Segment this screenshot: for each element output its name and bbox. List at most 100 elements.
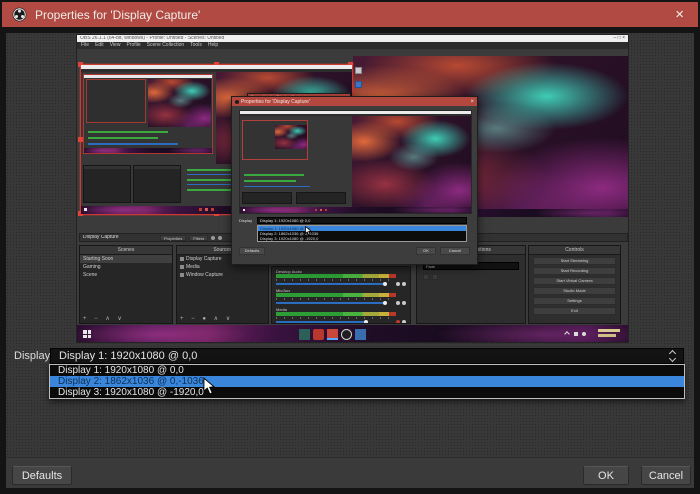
audio-scale-ticks: [276, 279, 396, 281]
mini-taskbar-icon: [205, 208, 208, 211]
menu-item: Help: [208, 43, 218, 48]
studio-mode-button: Studio Mode: [533, 287, 616, 295]
menu-item: View: [110, 43, 121, 48]
audio-meter: Mic/Aux: [276, 288, 406, 305]
nested-cancel-button: Cancel: [440, 247, 470, 255]
source-toolbar-button: Filters: [189, 235, 208, 241]
mini-taskbar-icon: [325, 209, 327, 211]
scenes-panel-header: Scenes: [80, 246, 172, 255]
nested-ok-button: OK: [416, 247, 436, 255]
mini-audio-meter: [88, 131, 168, 133]
mini-taskbar-icon: [199, 208, 202, 211]
nested-close-icon: ×: [470, 99, 474, 105]
mini-audio-meter: [244, 180, 296, 182]
scene-list-item: Scene: [80, 271, 172, 279]
nested-dropdown-list: Display 1: 1920x1080 @ 0,0 Display 2: 18…: [257, 225, 467, 242]
start-button-icon: [83, 330, 91, 338]
close-icon[interactable]: ×: [671, 7, 688, 22]
nested-dialog-titlebar: Properties for 'Display Capture' ×: [232, 97, 477, 106]
source-list-item: Window Capture: [177, 271, 268, 279]
display-source-icon: [180, 257, 184, 261]
slider-track: [276, 302, 385, 304]
display-combobox[interactable]: Display 1: 1920x1080 @ 0,0: [50, 348, 684, 364]
scene-list-item: Starting Soon: [80, 255, 172, 263]
desktop-icon: [355, 67, 362, 74]
taskbar-app-icon: [313, 329, 324, 340]
mini-wallpaper: [352, 116, 471, 207]
defaults-button[interactable]: Defaults: [12, 466, 72, 485]
nested-dialog-title: Properties for 'Display Capture': [241, 99, 310, 105]
volume-slider: [276, 282, 406, 286]
slider-track: [276, 321, 367, 323]
mini-taskbar: [84, 148, 212, 153]
nested-display-label: Display: [239, 218, 255, 224]
volume-slider: [276, 301, 406, 305]
captured-window-titlebar: OBS 26.1.1 (64-bit, windows) - Profile: …: [77, 35, 628, 42]
toolbar-icon: [218, 236, 222, 240]
nested-defaults-button: Defaults: [239, 247, 265, 255]
mini-dock-panel: [296, 192, 346, 204]
tray-network-icon: [582, 332, 586, 336]
captured-taskbar: [77, 325, 628, 343]
mini-dock-panel: [242, 192, 292, 204]
menu-item: File: [81, 43, 89, 48]
start-virtual-camera-button: Start Virtual Camera: [533, 277, 616, 285]
cancel-button[interactable]: Cancel: [641, 466, 691, 485]
mini-obs-logo-icon: [235, 100, 239, 104]
clock-display: [598, 329, 620, 340]
mini-dock-panel: [83, 165, 131, 203]
mini-window-titlebar: [84, 75, 212, 78]
settings-button: Settings: [533, 297, 616, 305]
mini-mouse-cursor: [305, 226, 312, 236]
volume-slider: [276, 320, 406, 324]
audio-meter: Media: [276, 307, 406, 324]
menu-item: Tools: [190, 43, 202, 48]
dropdown-option-display3[interactable]: Display 3: 1920x1080 @ -1920,0: [50, 387, 684, 398]
speaker-muted-icon: [396, 320, 400, 324]
mini-taskbar: [240, 207, 471, 213]
dropdown-option-display2-highlighted[interactable]: Display 2: 1862x1036 @ 0,-1036: [50, 376, 684, 387]
media-source-icon: [180, 265, 184, 269]
nested-display-combobox: Display 1: 1920x1080 @ 0,0: [257, 217, 467, 224]
display-dropdown-list: Display 1: 1920x1080 @ 0,0 Display 2: 18…: [49, 364, 685, 399]
mini-volume-slider: [244, 186, 310, 187]
recursive-capture: [86, 79, 146, 123]
mini-volume-slider: [88, 143, 178, 145]
scenes-panel: Scenes Starting Soon Gaming Scene + − ∧ …: [79, 245, 173, 324]
transition-remove-icon: [432, 274, 438, 280]
mini-taskbar-icon: [315, 209, 317, 211]
dialog-titlebar: Properties for 'Display Capture' ×: [2, 2, 698, 27]
mini-start-icon: [243, 209, 245, 211]
audio-mixer-panel: Desktop Audio Mic/Aux Media: [271, 266, 411, 324]
nested-dropdown-option: Display 3: 1920x1080 @ -1920,0: [258, 236, 466, 241]
mini-audio-meter: [88, 137, 158, 139]
transition-add-icon: [423, 274, 429, 280]
combobox-spinner-icon[interactable]: [668, 350, 678, 362]
captured-menubar: File Edit View Profile Scene Collection …: [77, 42, 628, 49]
audio-scale-ticks: [276, 298, 396, 300]
dropdown-option-display1[interactable]: Display 1: 1920x1080 @ 0,0: [50, 365, 684, 376]
desktop-icon: [355, 81, 362, 88]
recursive-capture: [242, 120, 308, 160]
ok-button[interactable]: OK: [583, 466, 629, 485]
mixer-settings-icon: [402, 301, 406, 305]
menu-item: Scene Collection: [147, 43, 185, 48]
mini-audio-meter: [244, 174, 304, 176]
speaker-icon: [396, 282, 400, 286]
slider-knob: [364, 320, 368, 324]
mixer-settings-icon: [402, 320, 406, 324]
mini-obs-region: [240, 116, 352, 207]
audio-level-bar: [276, 293, 396, 297]
display-capture-preview: OBS 26.1.1 (64-bit, windows) - Profile: …: [76, 34, 629, 343]
toolbar-icon: [211, 236, 215, 240]
taskbar-app-icon-active: [327, 329, 338, 340]
exit-button: Exit: [533, 307, 616, 315]
obs-logo-icon: [12, 7, 27, 22]
source-toolbar-label: Display Capture: [80, 235, 160, 240]
source-toolbar-button: Properties: [160, 235, 186, 241]
audio-meter: Desktop Audio: [276, 269, 406, 286]
taskbar-app-icon: [355, 329, 366, 340]
mini-wallpaper: [148, 79, 211, 127]
captured-window-title: OBS 26.1.1 (64-bit, windows) - Profile: …: [80, 36, 224, 41]
audio-level-bar: [276, 312, 396, 316]
